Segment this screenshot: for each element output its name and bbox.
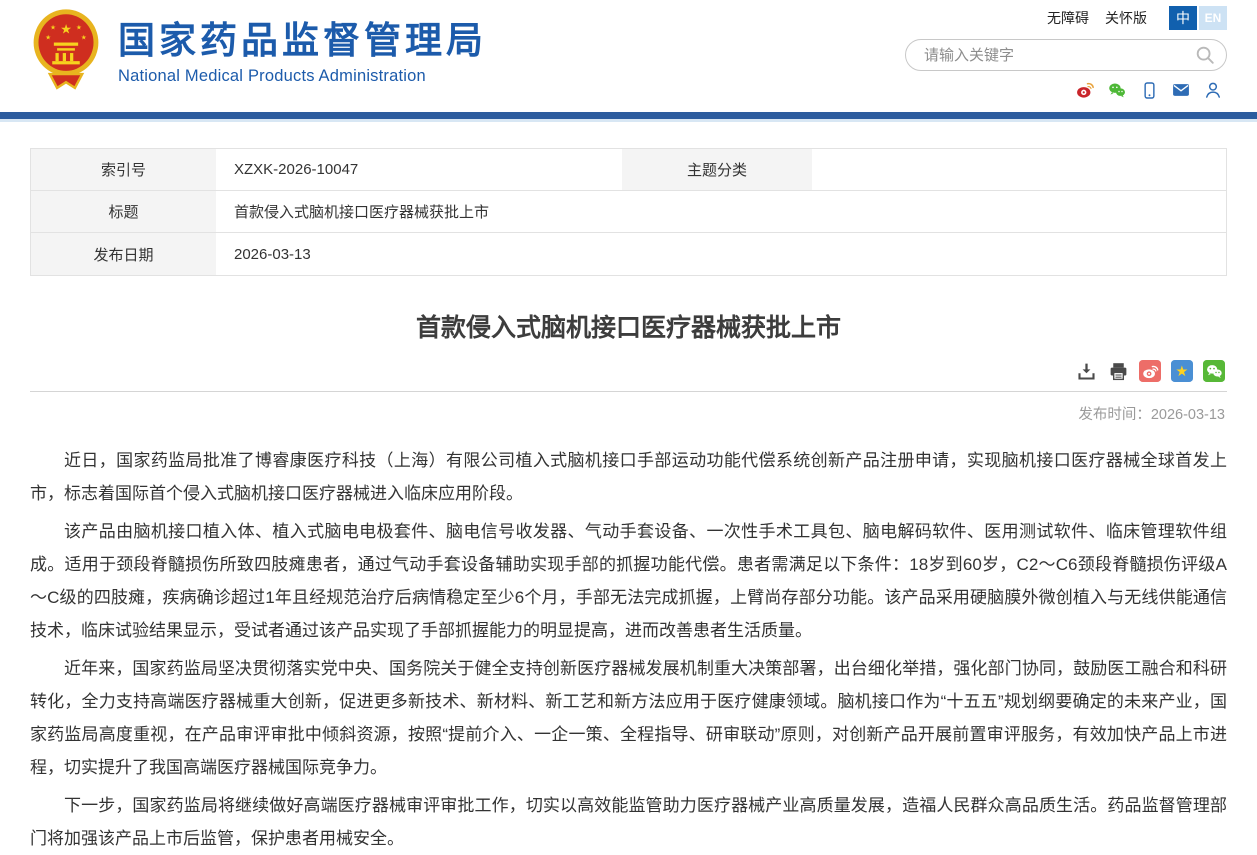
weibo-share-icon[interactable] <box>1139 360 1161 382</box>
care-version-link[interactable]: 关怀版 <box>1105 8 1147 28</box>
title-label: 标题 <box>31 191 216 232</box>
header-divider-bar <box>0 112 1257 122</box>
search-icon[interactable] <box>1194 44 1216 66</box>
article-body: 近日，国家药监局批准了博睿康医疗科技（上海）有限公司植入式脑机接口手部运动功能代… <box>30 444 1227 855</box>
site-title-cn: 国家药品监督管理局 <box>118 18 487 64</box>
wechat-share-icon[interactable] <box>1203 360 1225 382</box>
meta-row-title: 标题 首款侵入式脑机接口医疗器械获批上市 <box>31 191 1226 233</box>
index-label: 索引号 <box>31 149 216 190</box>
site-header: ★ ★ ★ ★ ★ 国家药品监督管理局 National Medical Pro… <box>0 0 1257 112</box>
title-value: 首款侵入式脑机接口医疗器械获批上市 <box>216 191 1226 232</box>
social-icons-row <box>905 80 1227 100</box>
category-label: 主题分类 <box>622 149 812 190</box>
svg-text:★: ★ <box>50 25 56 32</box>
svg-text:★: ★ <box>45 34 51 41</box>
article-paragraph: 该产品由脑机接口植入体、植入式脑电电极套件、脑电信号收发器、气动手套设备、一次性… <box>30 515 1227 647</box>
article-action-bar: ★ <box>30 360 1227 391</box>
search-input[interactable] <box>922 46 1194 65</box>
article-paragraph: 近年来，国家药监局坚决贯彻落实党中央、国务院关于健全支持创新医疗器械发展机制重大… <box>30 652 1227 784</box>
meta-row-date: 发布日期 2026-03-13 <box>31 233 1226 275</box>
svg-text:★: ★ <box>81 34 87 41</box>
language-toggle: 中 EN <box>1169 6 1227 30</box>
site-title-en: National Medical Products Administration <box>118 67 487 86</box>
search-box <box>905 39 1227 71</box>
meta-row-index: 索引号 XZXK-2026-10047 主题分类 <box>31 149 1226 191</box>
site-logo[interactable]: ★ ★ ★ ★ ★ 国家药品监督管理局 National Medical Pro… <box>32 6 487 97</box>
publish-time: 发布时间：2026-03-13 <box>30 392 1227 438</box>
national-emblem-icon: ★ ★ ★ ★ ★ <box>32 6 100 97</box>
mobile-icon[interactable] <box>1139 80 1159 100</box>
weibo-icon[interactable] <box>1075 80 1095 100</box>
date-value: 2026-03-13 <box>216 233 1226 275</box>
article-paragraph: 近日，国家药监局批准了博睿康医疗科技（上海）有限公司植入式脑机接口手部运动功能代… <box>30 444 1227 510</box>
article-title: 首款侵入式脑机接口医疗器械获批上市 <box>30 308 1227 344</box>
top-links: 无障碍 关怀版 中 EN <box>905 5 1227 30</box>
category-value <box>812 149 1226 190</box>
print-icon[interactable] <box>1107 360 1129 382</box>
svg-text:★: ★ <box>1175 364 1188 380</box>
user-icon[interactable] <box>1203 80 1223 100</box>
lang-zh-button[interactable]: 中 <box>1169 6 1197 30</box>
header-utilities: 无障碍 关怀版 中 EN <box>905 5 1227 100</box>
svg-text:★: ★ <box>76 25 82 32</box>
article-paragraph: 下一步，国家药监局将继续做好高端医疗器械审评审批工作，切实以高效能监管助力医疗器… <box>30 789 1227 855</box>
svg-text:★: ★ <box>60 22 72 37</box>
lang-en-button[interactable]: EN <box>1199 6 1227 30</box>
date-label: 发布日期 <box>31 233 216 275</box>
qzone-share-icon[interactable]: ★ <box>1171 360 1193 382</box>
download-icon[interactable] <box>1075 360 1097 382</box>
index-value: XZXK-2026-10047 <box>216 149 622 190</box>
mail-icon[interactable] <box>1171 80 1191 100</box>
main-content: 索引号 XZXK-2026-10047 主题分类 标题 首款侵入式脑机接口医疗器… <box>0 122 1257 855</box>
accessibility-link[interactable]: 无障碍 <box>1047 8 1089 28</box>
wechat-icon[interactable] <box>1107 80 1127 100</box>
document-meta-table: 索引号 XZXK-2026-10047 主题分类 标题 首款侵入式脑机接口医疗器… <box>30 148 1227 276</box>
